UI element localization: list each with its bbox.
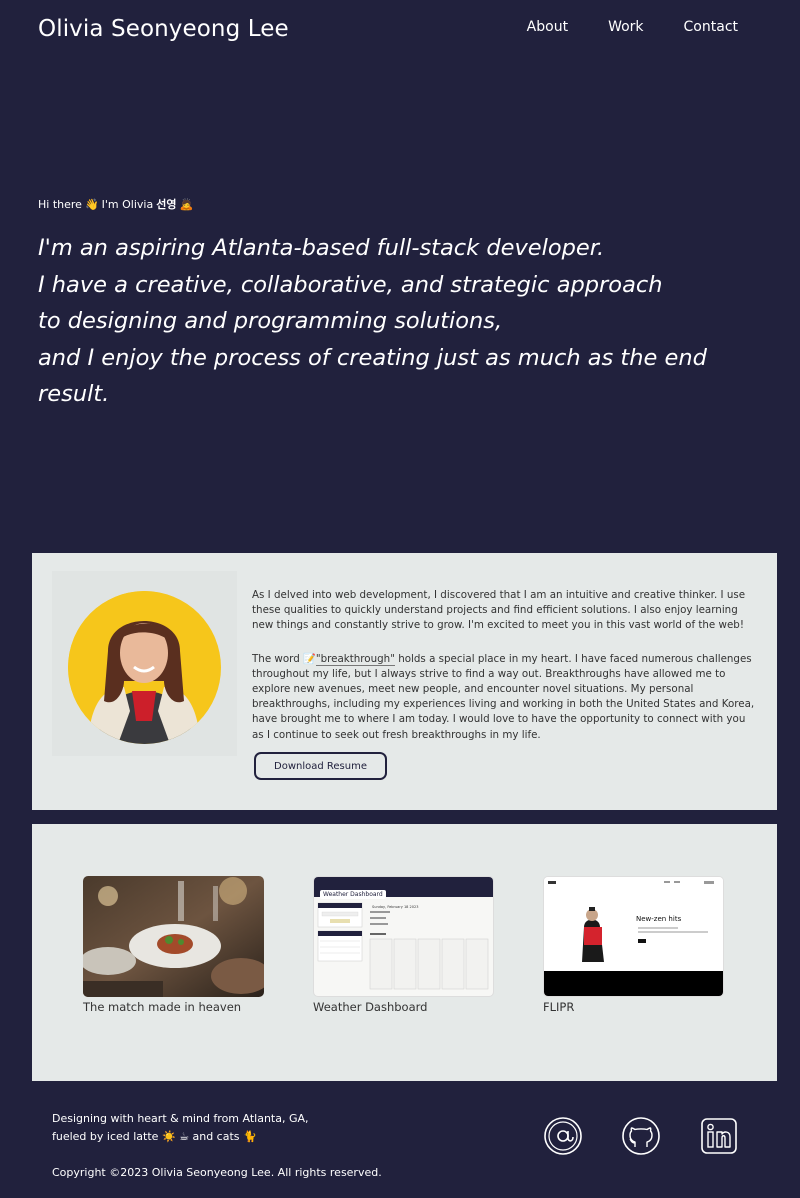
hero-statement: I'm an aspiring Atlanta-based full-stack… [38, 230, 778, 413]
breakthrough-highlight: "breakthrough" [315, 652, 395, 666]
project-title[interactable]: Weather Dashboard [313, 1000, 494, 1014]
hero-line: I have a creative, collaborative, and st… [38, 271, 663, 298]
hero-line: to designing and programming solutions, [38, 308, 503, 335]
about-section: As I delved into web development, I disc… [32, 553, 777, 810]
linkedin-icon [701, 1118, 737, 1154]
github-icon [622, 1117, 660, 1155]
profile-photo-illustration [68, 591, 220, 744]
download-resume-button[interactable]: Download Resume [254, 752, 387, 780]
social-links [543, 1116, 739, 1156]
site-title[interactable]: Olivia Seonyeong Lee [38, 16, 289, 42]
about-paragraph-1: As I delved into web development, I disc… [252, 589, 746, 632]
email-link[interactable] [543, 1116, 583, 1156]
nav-work-link[interactable]: Work [608, 19, 643, 35]
flipr-site-image [544, 877, 723, 996]
greeting: Hi there 👋 I'm Olivia 선영 🙇 [38, 196, 778, 212]
weather-dashboard-image [317, 902, 489, 990]
profile-photo [68, 591, 221, 744]
at-sign-icon [544, 1117, 582, 1155]
about-paragraph-2: The word 📝"breakthrough" holds a special… [252, 652, 757, 743]
greeting-prefix: Hi there [38, 197, 82, 211]
about-paragraph-2-start: The word [252, 652, 304, 665]
nav-contact-link[interactable]: Contact [684, 19, 738, 35]
project-thumbnail-restaurant[interactable] [83, 876, 264, 997]
linkedin-link[interactable] [699, 1116, 739, 1156]
hero-line: and I enjoy the process of creating just… [38, 344, 707, 408]
weather-thumb-date: Sunday, February 18 2023 [372, 905, 419, 909]
work-section: The match made in heaven Weather Dashboa… [32, 824, 777, 1081]
copyright-text: Copyright ©2023 Olivia Seonyeong Lee. Al… [52, 1166, 382, 1179]
greeting-korean-name: 선영 [156, 198, 177, 211]
main-nav: About Work Contact [527, 19, 738, 35]
nav-about-link[interactable]: About [527, 19, 568, 35]
greeting-mid: I'm Olivia [101, 197, 154, 211]
github-link[interactable] [621, 1116, 661, 1156]
project-title[interactable]: The match made in heaven [83, 1000, 264, 1014]
site-header: Olivia Seonyeong Lee About Work Contact [0, 0, 800, 70]
project-title[interactable]: FLIPR [543, 1000, 724, 1014]
project-card[interactable]: Weather Dashboard Sunday, February 18 20… [313, 876, 494, 1014]
project-thumbnail-weather[interactable]: Weather Dashboard Sunday, February 18 20… [313, 876, 494, 997]
project-card[interactable]: New-zen hits FLIPR [543, 876, 724, 1014]
restaurant-dish-image [83, 876, 264, 997]
about-text: As I delved into web development, I disc… [252, 588, 757, 743]
profile-photo-frame [52, 571, 237, 756]
weather-thumb-header: Weather Dashboard [314, 877, 493, 899]
hero-section: Hi there 👋 I'm Olivia 선영 🙇 I'm an aspiri… [38, 196, 778, 413]
hero-line: I'm an aspiring Atlanta-based full-stack… [38, 235, 605, 261]
project-thumbnail-flipr[interactable]: New-zen hits [543, 876, 724, 997]
waving-hand-icon: 👋 [84, 197, 99, 211]
project-card[interactable]: The match made in heaven [83, 876, 264, 1014]
flipr-thumb-heading: New-zen hits [636, 915, 682, 923]
memo-icon: 📝 [303, 652, 316, 665]
person-bowing-icon: 🙇 [179, 197, 194, 211]
